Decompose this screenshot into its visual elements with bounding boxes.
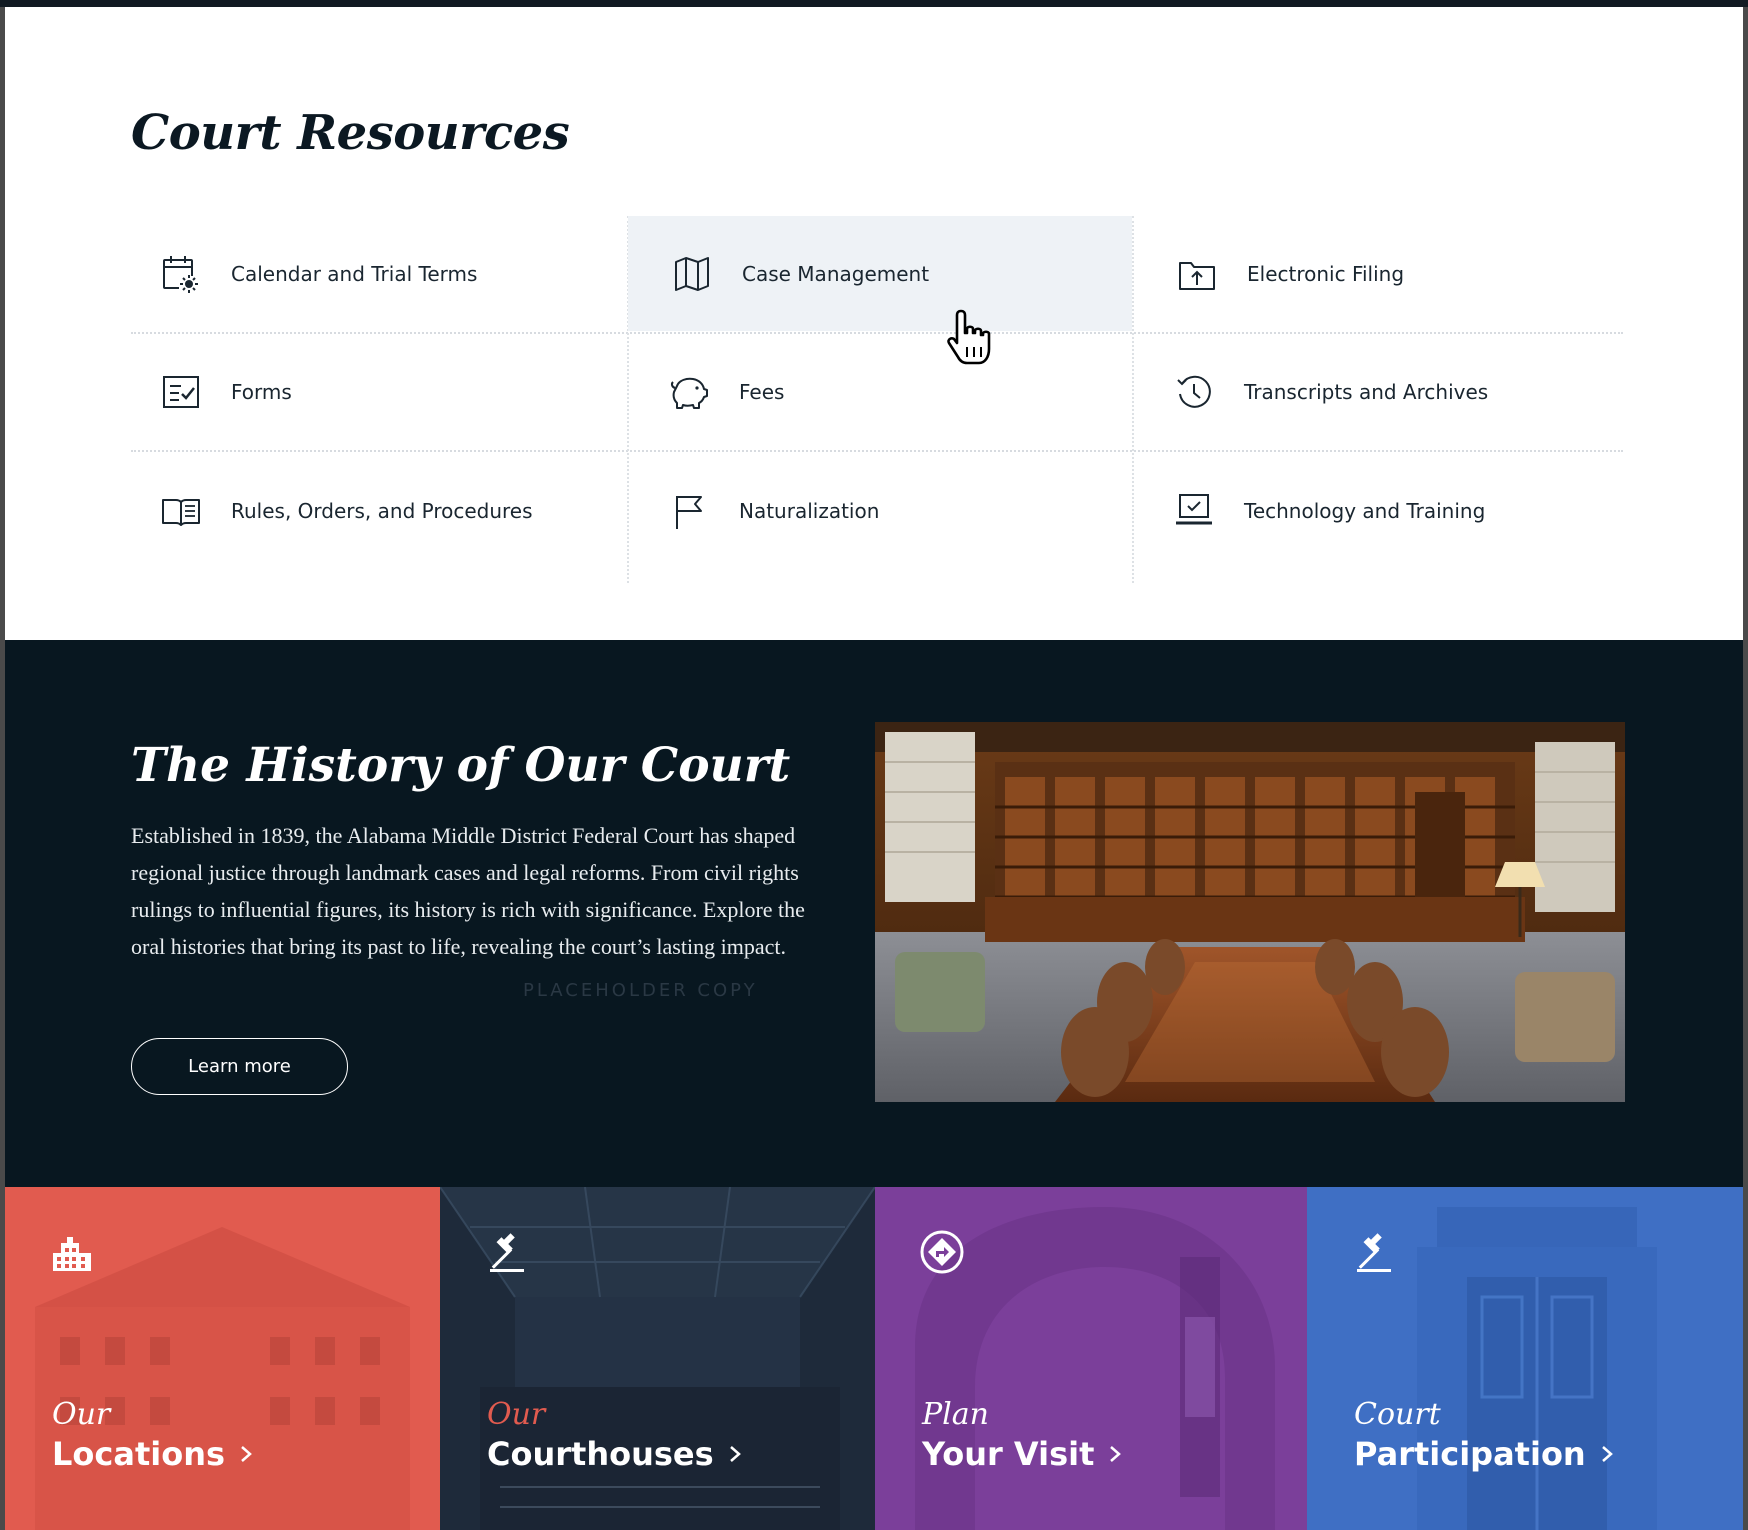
tile-big-text: Participation <box>1354 1435 1586 1473</box>
history-title: The History of Our Court <box>131 738 791 793</box>
open-book-icon <box>162 499 200 526</box>
library-photo <box>875 722 1625 1102</box>
tile-small-label: Court <box>1354 1397 1441 1432</box>
placeholder-copy: PLACEHOLDER COPY <box>523 980 758 1001</box>
gavel-icon <box>1357 1233 1391 1272</box>
chevron-right-icon <box>729 1446 741 1462</box>
history-body: Established in 1839, the Alabama Middle … <box>131 823 805 959</box>
resource-forms[interactable]: Forms <box>131 334 627 450</box>
learn-more-button[interactable]: Learn more <box>131 1038 348 1095</box>
resource-label: Fees <box>739 380 785 404</box>
tile-court-participation[interactable]: Court Participation <box>1307 1187 1743 1530</box>
tile-small-label: Our <box>52 1397 111 1432</box>
tile-small-label: Our <box>487 1397 546 1432</box>
resource-label: Technology and Training <box>1244 499 1486 523</box>
building-icon <box>53 1237 91 1271</box>
resource-case-management[interactable]: Case Management <box>628 216 1132 331</box>
resource-label: Transcripts and Archives <box>1244 380 1489 404</box>
resource-fees[interactable]: Fees <box>629 334 1132 450</box>
resource-label: Naturalization <box>739 499 880 523</box>
tiles-row: Our Locations Our Courthouses Plan Your … <box>5 1187 1743 1530</box>
history-section: The History of Our Court Established in … <box>5 640 1743 1187</box>
resource-transcripts[interactable]: Transcripts and Archives <box>1134 334 1623 450</box>
gavel-icon <box>490 1233 524 1272</box>
tile-big-text: Your Visit <box>922 1435 1095 1473</box>
resource-label: Electronic Filing <box>1247 262 1405 286</box>
resources-grid: Calendar and Trial Terms Case Management… <box>131 216 1623 583</box>
tile-big-text: Courthouses <box>487 1435 714 1473</box>
piggy-bank-icon <box>670 377 708 409</box>
map-icon <box>675 256 709 291</box>
chevron-right-icon <box>1110 1446 1122 1462</box>
chevron-right-icon <box>1601 1446 1613 1462</box>
tile-big-label: Courthouses <box>487 1435 742 1473</box>
page: Court Resources Calendar and Trial Terms… <box>5 7 1743 1530</box>
tile-plan-your-visit[interactable]: Plan Your Visit <box>875 1187 1307 1530</box>
top-bar <box>0 0 1748 7</box>
resource-naturalization[interactable]: Naturalization <box>629 452 1132 570</box>
resource-label: Forms <box>231 380 292 404</box>
tile-our-courthouses[interactable]: Our Courthouses <box>440 1187 875 1530</box>
tile-big-label: Participation <box>1354 1435 1614 1473</box>
checklist-form-icon <box>163 376 199 408</box>
hand-cursor-icon <box>947 309 991 365</box>
resource-label: Rules, Orders, and Procedures <box>231 499 533 523</box>
resource-electronic-filing[interactable]: Electronic Filing <box>1134 216 1623 332</box>
chevron-right-icon <box>241 1446 252 1462</box>
resource-label: Case Management <box>742 261 930 286</box>
tile-our-locations[interactable]: Our Locations <box>5 1187 440 1530</box>
tile-small-label: Plan <box>922 1397 989 1432</box>
laptop-check-icon <box>1176 494 1212 525</box>
history-clock-icon <box>1177 375 1211 408</box>
resource-technology[interactable]: Technology and Training <box>1134 452 1623 570</box>
resource-calendar[interactable]: Calendar and Trial Terms <box>131 216 627 332</box>
tile-big-label: Your Visit <box>922 1435 1122 1473</box>
folder-upload-icon <box>1179 262 1215 290</box>
resource-label: Calendar and Trial Terms <box>231 262 478 286</box>
tile-big-text: Locations <box>52 1435 226 1473</box>
directions-icon <box>920 1230 964 1274</box>
calendar-sun-icon <box>163 256 199 293</box>
flag-icon <box>676 496 702 529</box>
tile-big-label: Locations <box>52 1435 253 1473</box>
resources-title: Court Resources <box>131 105 570 161</box>
resource-rules[interactable]: Rules, Orders, and Procedures <box>131 452 627 570</box>
